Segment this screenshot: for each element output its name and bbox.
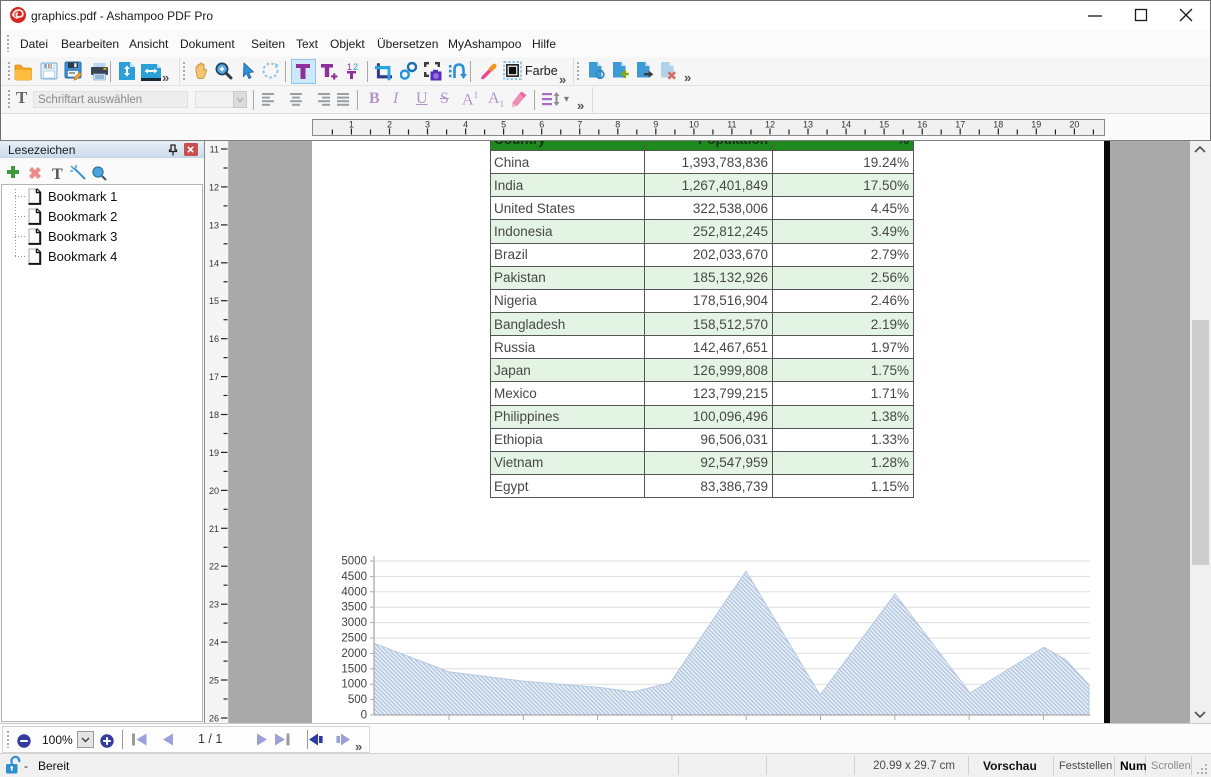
svg-text:21: 21 — [209, 524, 219, 534]
svg-text:12: 12 — [765, 120, 775, 130]
svg-text:24: 24 — [209, 638, 219, 648]
svg-text:16: 16 — [209, 334, 219, 344]
svg-text:500: 500 — [348, 694, 367, 706]
svg-text:20: 20 — [1069, 120, 1079, 130]
svg-text:4000: 4000 — [341, 586, 367, 598]
svg-text:23: 23 — [209, 600, 219, 610]
svg-text:0: 0 — [361, 710, 367, 722]
svg-text:1500: 1500 — [341, 663, 367, 675]
svg-text:14: 14 — [841, 120, 851, 130]
svg-text:17: 17 — [209, 372, 219, 382]
svg-text:11: 11 — [727, 120, 736, 130]
svg-text:5000: 5000 — [341, 556, 367, 568]
svg-text:25: 25 — [209, 676, 219, 686]
svg-text:10: 10 — [689, 120, 699, 130]
svg-text:4500: 4500 — [341, 571, 367, 583]
svg-text:2: 2 — [387, 120, 392, 130]
svg-text:2000: 2000 — [341, 648, 367, 660]
svg-text:4: 4 — [463, 120, 468, 130]
svg-text:5: 5 — [501, 120, 506, 130]
svg-text:7: 7 — [577, 120, 582, 130]
svg-text:12: 12 — [209, 182, 219, 192]
svg-text:3000: 3000 — [341, 617, 367, 629]
svg-text:14: 14 — [209, 258, 219, 268]
svg-text:22: 22 — [209, 562, 219, 572]
svg-text:2: 2 — [353, 62, 358, 72]
svg-text:11: 11 — [210, 145, 219, 155]
svg-text:9: 9 — [653, 120, 658, 130]
svg-text:2500: 2500 — [341, 633, 367, 645]
svg-text:19: 19 — [209, 448, 219, 458]
svg-text:T: T — [52, 166, 63, 183]
svg-text:8: 8 — [615, 120, 620, 130]
svg-text:16: 16 — [917, 120, 927, 130]
svg-text:18: 18 — [993, 120, 1003, 130]
svg-text:1: 1 — [347, 62, 352, 72]
svg-text:1000: 1000 — [341, 679, 367, 691]
svg-text:19: 19 — [1031, 120, 1041, 130]
svg-text:13: 13 — [803, 120, 813, 130]
svg-text:3500: 3500 — [341, 602, 367, 614]
svg-text:1: 1 — [349, 120, 354, 130]
svg-text:26: 26 — [209, 714, 219, 724]
svg-text:15: 15 — [879, 120, 889, 130]
svg-text:3: 3 — [425, 120, 430, 130]
svg-text:18: 18 — [209, 410, 219, 420]
svg-text:17: 17 — [955, 120, 965, 130]
svg-text:15: 15 — [209, 296, 219, 306]
svg-text:20: 20 — [209, 486, 219, 496]
svg-text:13: 13 — [209, 220, 219, 230]
svg-text:6: 6 — [539, 120, 544, 130]
